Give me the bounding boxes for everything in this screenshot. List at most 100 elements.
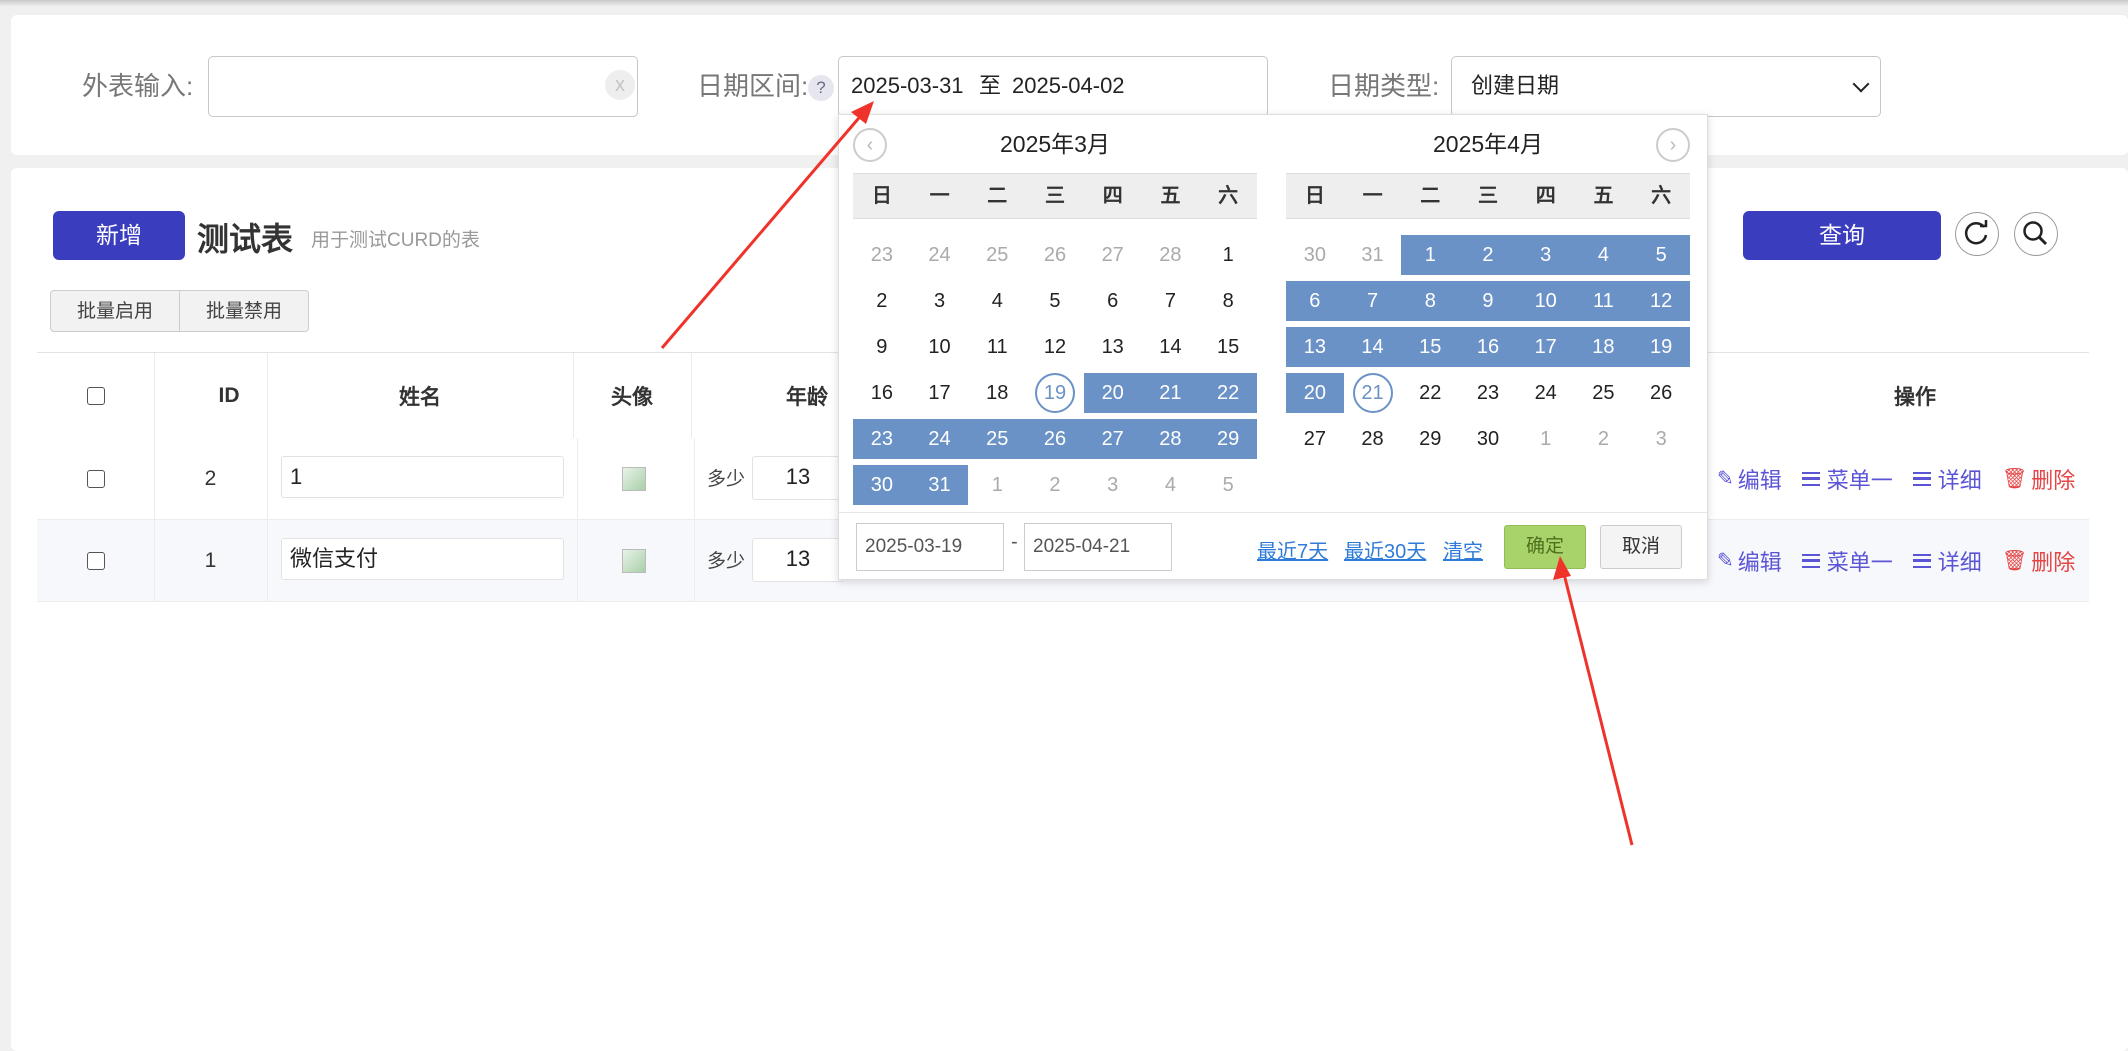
refresh-button[interactable] — [1955, 212, 1999, 256]
calendar-day[interactable]: 18 — [968, 373, 1026, 413]
clear-icon[interactable]: x — [605, 70, 635, 100]
calendar-day[interactable]: 10 — [911, 327, 969, 367]
calendar-day[interactable]: 16 — [853, 373, 911, 413]
calendar-day[interactable]: 23 — [853, 419, 911, 459]
calendar-day[interactable]: 25 — [1575, 373, 1633, 413]
calendar-day[interactable]: 9 — [1459, 281, 1517, 321]
menu1-link[interactable]: 菜单一 — [1801, 463, 1893, 495]
range-end-input[interactable]: 2025-04-21 — [1024, 523, 1172, 571]
calendar-day[interactable]: 1 — [1401, 235, 1460, 275]
menu1-link[interactable]: 菜单一 — [1801, 545, 1893, 577]
calendar-day[interactable]: 2 — [1459, 235, 1517, 275]
calendar-day[interactable]: 19 — [1026, 373, 1084, 413]
row-name-input[interactable]: 1 — [281, 456, 564, 498]
calendar-day[interactable]: 1 — [1517, 419, 1575, 459]
calendar-day[interactable]: 1 — [1199, 235, 1257, 275]
date-range-input[interactable]: 2025-03-31 至 2025-04-02 — [838, 56, 1268, 117]
calendar-day[interactable]: 13 — [1084, 327, 1142, 367]
calendar-day[interactable]: 4 — [1574, 235, 1633, 275]
clear-link[interactable]: 清空 — [1443, 535, 1483, 564]
calendar-day[interactable]: 12 — [1632, 281, 1690, 321]
calendar-day[interactable]: 25 — [968, 235, 1026, 275]
search-button[interactable] — [2014, 212, 2058, 256]
row-checkbox[interactable] — [86, 551, 105, 570]
calendar-day[interactable]: 24 — [910, 419, 969, 459]
cancel-button[interactable]: 取消 — [1600, 525, 1682, 569]
calendar-day[interactable]: 30 — [853, 465, 911, 505]
calendar-day[interactable]: 24 — [911, 235, 969, 275]
calendar-day[interactable]: 8 — [1401, 281, 1460, 321]
calendar-day[interactable]: 7 — [1343, 281, 1402, 321]
calendar-day[interactable]: 22 — [1401, 373, 1459, 413]
calendar-day[interactable]: 5 — [1199, 465, 1257, 505]
calendar-day[interactable]: 3 — [1516, 235, 1575, 275]
calendar-day[interactable]: 5 — [1632, 235, 1690, 275]
calendar-day[interactable]: 9 — [853, 327, 911, 367]
calendar-day[interactable]: 3 — [911, 281, 969, 321]
calendar-day[interactable]: 27 — [1083, 419, 1142, 459]
calendar-day[interactable]: 19 — [1632, 327, 1690, 367]
last-30-days-link[interactable]: 最近30天 — [1344, 535, 1426, 564]
row-checkbox[interactable] — [86, 469, 105, 488]
row-age-input[interactable]: 13 — [752, 538, 844, 582]
calendar-day[interactable]: 27 — [1084, 235, 1142, 275]
calendar-day[interactable]: 3 — [1632, 419, 1690, 459]
date-type-select[interactable]: 创建日期 — [1451, 56, 1881, 117]
calendar-day[interactable]: 24 — [1517, 373, 1575, 413]
calendar-day[interactable]: 12 — [1026, 327, 1084, 367]
calendar-day[interactable]: 29 — [1401, 419, 1459, 459]
calendar-day[interactable]: 2 — [853, 281, 911, 321]
calendar-day[interactable]: 23 — [853, 235, 911, 275]
outer-input[interactable]: x — [208, 56, 638, 117]
calendar-day[interactable]: 30 — [1459, 419, 1517, 459]
help-icon[interactable]: ? — [808, 75, 834, 101]
calendar-day[interactable]: 13 — [1286, 327, 1344, 367]
calendar-day[interactable]: 14 — [1343, 327, 1402, 367]
batch-disable-button[interactable]: 批量禁用 — [180, 290, 310, 332]
row-name-input[interactable]: 微信支付 — [281, 538, 564, 580]
header-avatar[interactable]: 头像 — [573, 353, 691, 438]
calendar-day[interactable]: 1 — [968, 465, 1026, 505]
calendar-day[interactable]: 26 — [1026, 419, 1084, 459]
calendar-day[interactable]: 6 — [1084, 281, 1142, 321]
calendar-day[interactable]: 23 — [1459, 373, 1517, 413]
calendar-day[interactable]: 26 — [1632, 373, 1690, 413]
delete-link[interactable]: 🗑 删除 — [2002, 463, 2075, 495]
detail-link[interactable]: 详细 — [1912, 463, 1982, 495]
calendar-day[interactable]: 5 — [1026, 281, 1084, 321]
calendar-day[interactable]: 22 — [1199, 373, 1257, 413]
calendar-day[interactable]: 20 — [1083, 373, 1142, 413]
calendar-day[interactable]: 3 — [1084, 465, 1142, 505]
calendar-day[interactable]: 6 — [1286, 281, 1344, 321]
calendar-day[interactable]: 25 — [968, 419, 1027, 459]
calendar-day[interactable]: 15 — [1401, 327, 1460, 367]
calendar-day[interactable]: 20 — [1286, 373, 1344, 413]
calendar-day[interactable]: 16 — [1459, 327, 1517, 367]
calendar-day[interactable]: 28 — [1344, 419, 1402, 459]
detail-link[interactable]: 详细 — [1912, 545, 1982, 577]
calendar-day[interactable]: 2 — [1026, 465, 1084, 505]
calendar-day[interactable]: 11 — [968, 327, 1026, 367]
calendar-day[interactable]: 4 — [1142, 465, 1200, 505]
query-button[interactable]: 查询 — [1743, 211, 1941, 260]
calendar-day[interactable]: 27 — [1286, 419, 1344, 459]
last-7-days-link[interactable]: 最近7天 — [1257, 535, 1328, 564]
range-start-input[interactable]: 2025-03-19 — [856, 523, 1004, 571]
edit-link[interactable]: ✎ 编辑 — [1717, 463, 1782, 495]
add-button[interactable]: 新增 — [53, 211, 185, 260]
row-age-input[interactable]: 13 — [752, 456, 844, 500]
batch-enable-button[interactable]: 批量启用 — [50, 290, 181, 332]
calendar-day[interactable]: 18 — [1574, 327, 1633, 367]
delete-link[interactable]: 🗑 删除 — [2002, 545, 2075, 577]
calendar-day[interactable]: 15 — [1199, 327, 1257, 367]
calendar-day[interactable]: 21 — [1344, 373, 1402, 413]
calendar-day[interactable]: 7 — [1142, 281, 1200, 321]
edit-link[interactable]: ✎ 编辑 — [1717, 545, 1782, 577]
select-all-checkbox[interactable] — [86, 386, 105, 405]
calendar-day[interactable]: 31 — [910, 465, 969, 505]
header-name[interactable]: 姓名 — [267, 353, 573, 438]
calendar-day[interactable]: 17 — [911, 373, 969, 413]
calendar-day[interactable]: 11 — [1574, 281, 1633, 321]
calendar-day[interactable]: 8 — [1199, 281, 1257, 321]
calendar-day[interactable]: 31 — [1344, 235, 1402, 275]
